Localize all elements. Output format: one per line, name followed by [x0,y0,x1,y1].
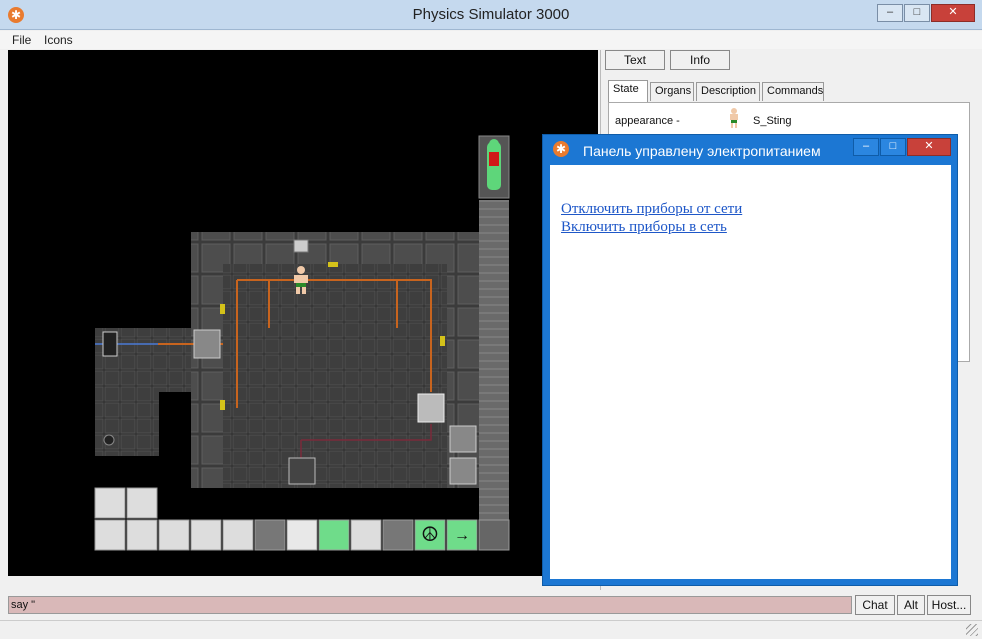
apc-terminal[interactable] [102,331,118,357]
title-bar: ✱ Physics Simulator 3000 – □ ✕ [0,0,982,30]
status-bar [0,620,982,639]
hotbar-slot-2[interactable] [126,487,158,519]
hotbar-slot-12[interactable] [382,519,414,551]
popup-minimize-button[interactable]: – [853,138,879,156]
popup-title: Панель управлену электропитанием [583,143,821,159]
power-panel-window: ✱ Панель управлену электропитанием – □ ✕… [542,134,958,586]
tab-state[interactable]: State [608,80,648,102]
tab-organs[interactable]: Organs [650,82,694,101]
corridor-south [95,392,159,456]
command-input[interactable]: say " [8,596,852,614]
info-button[interactable]: Info [670,50,730,70]
hotbar-slot-10[interactable] [318,519,350,551]
minimize-button[interactable]: – [877,4,903,22]
pipe-valve-1[interactable] [449,425,477,453]
tab-description[interactable]: Description [696,82,760,101]
computer-console[interactable] [288,457,316,485]
command-bar: say " Chat Alt Host... [0,593,982,619]
resize-grip[interactable] [966,624,978,636]
hotbar-slot-4[interactable] [126,519,158,551]
hotbar-slot-8[interactable] [254,519,286,551]
game-map[interactable]: ☮ → [8,50,598,576]
hotbar-slot-9[interactable] [286,519,318,551]
appearance-value: S_Sting [753,115,792,127]
connect-devices-link[interactable]: Включить приборы в сеть [561,219,727,236]
room-floor [223,264,447,488]
popup-content: Отключить приборы от сети Включить прибо… [550,165,951,579]
close-button[interactable]: ✕ [931,4,975,22]
wall-sign [293,239,309,253]
game-viewport[interactable]: ☮ → [8,50,598,576]
hotbar-slot-3[interactable] [94,519,126,551]
arrow-right-icon: → [454,527,470,544]
hotbar-slot-6[interactable] [190,519,222,551]
generator-machine[interactable] [417,393,445,423]
disconnect-devices-link[interactable]: Отключить приборы от сети [561,201,742,218]
popup-maximize-button[interactable]: □ [880,138,906,156]
chat-button[interactable]: Chat [855,595,895,615]
hotbar-slot-15[interactable] [478,519,510,551]
menu-file[interactable]: File [12,33,31,47]
alt-button[interactable]: Alt [897,595,925,615]
wall-column [479,200,509,550]
hotbar-slot-11[interactable] [350,519,382,551]
hotbar-slot-1[interactable] [94,487,126,519]
hotbar: ☮ → [94,487,510,551]
hotbar-slot-7[interactable] [222,519,254,551]
pipe-valve-2[interactable] [449,457,477,485]
tab-commands[interactable]: Commands [762,82,824,101]
window-title: Physics Simulator 3000 [412,6,570,23]
host-button[interactable]: Host... [927,595,971,615]
maximize-button[interactable]: □ [904,4,930,22]
menu-icons[interactable]: Icons [44,33,73,47]
hotbar-slot-5[interactable] [158,519,190,551]
app-icon: ✱ [553,141,569,157]
popup-close-button[interactable]: ✕ [907,138,951,156]
appearance-sprite [730,108,738,128]
peace-icon: ☮ [421,524,439,546]
text-button[interactable]: Text [605,50,665,70]
menu-bar: File Icons [0,31,982,49]
appearance-label: appearance - [615,115,680,127]
door-machine[interactable] [193,329,221,359]
